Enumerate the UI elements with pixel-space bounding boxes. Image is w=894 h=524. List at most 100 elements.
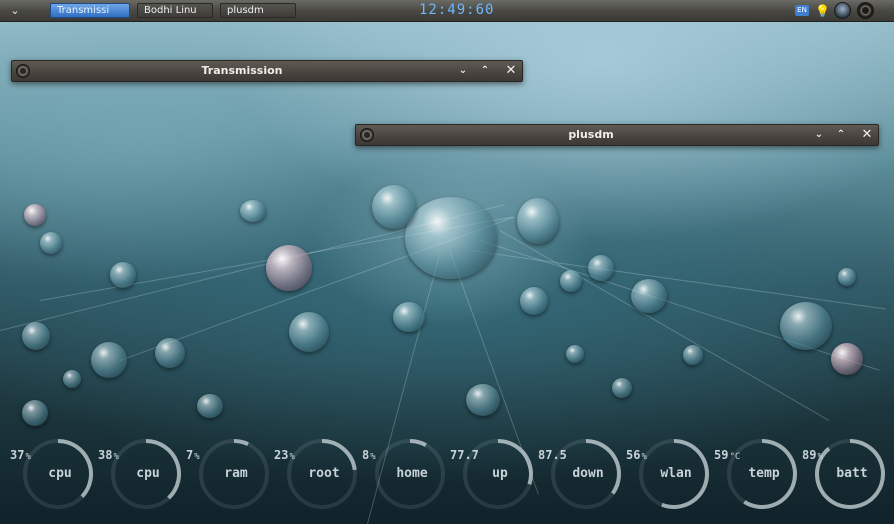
power-icon[interactable]: [857, 2, 874, 19]
water-droplet: [372, 185, 416, 229]
gauge-value: 23%: [274, 448, 330, 462]
gauge-value-number: 87.5: [538, 448, 567, 462]
gauge-arc: [233, 439, 249, 446]
monitor-icon[interactable]: [834, 2, 851, 19]
window-app-icon: [360, 128, 374, 142]
water-droplet: [838, 268, 856, 286]
gauge-value-unit: %: [25, 452, 31, 462]
keyboard-icon[interactable]: EN: [795, 5, 809, 16]
taskbar-item-transmission[interactable]: Transmissi: [50, 3, 130, 18]
gauge-value-number: 8: [362, 448, 370, 462]
water-droplet: [831, 343, 863, 375]
gauge-value-unit: %: [194, 452, 200, 462]
gauge-value-unit: %: [289, 452, 295, 462]
clock[interactable]: 12:49:60: [419, 2, 494, 18]
top-panel: ⌄ Transmissi Bodhi Linu plusdm 12:49:60 …: [0, 0, 894, 22]
gauge-value-unit: %: [817, 452, 823, 462]
gauge-label: temp: [748, 466, 780, 481]
gauge-up: 77.7 up: [450, 432, 534, 516]
water-droplet: [466, 384, 500, 416]
taskbar-item-plusdm[interactable]: plusdm: [220, 3, 296, 18]
gauge-value-unit: %: [641, 452, 647, 462]
gauge-label: down: [572, 466, 604, 481]
water-droplet: [566, 345, 584, 363]
close-button[interactable]: ✕: [859, 125, 875, 145]
maximize-button[interactable]: ⌃: [833, 125, 849, 145]
taskbar-item-label: plusdm: [227, 5, 264, 16]
water-droplet: [63, 370, 81, 388]
water-droplet: [520, 287, 548, 315]
window-title: plusdm: [568, 128, 614, 141]
gauge-root: 23% root: [274, 432, 358, 516]
gauge-value-number: 7: [186, 448, 194, 462]
taskbar-item-bodhi-linux[interactable]: Bodhi Linu: [137, 3, 213, 18]
gauge-value-unit: °C: [729, 452, 741, 462]
gauge-value-number: 89: [802, 448, 817, 462]
gauge-value-unit: %: [113, 452, 119, 462]
gauge-value-number: 77.7: [450, 448, 479, 462]
gauge-label: wlan: [660, 466, 692, 481]
water-droplet: [24, 204, 46, 226]
water-droplet: [110, 262, 136, 288]
gauge-ram: 7% ram: [186, 432, 270, 516]
main-menu-button[interactable]: ⌄: [4, 3, 26, 19]
close-button[interactable]: ✕: [503, 61, 519, 81]
gauge-down: 87.5 down: [538, 432, 622, 516]
gauge-value: 77.7: [450, 448, 506, 462]
gauge-home: 8% home: [362, 432, 446, 516]
minimize-button[interactable]: ⌄: [811, 125, 827, 145]
keyboard-layout-label: EN: [797, 6, 807, 14]
gauge-label: cpu: [48, 466, 72, 481]
gauge-value-number: 38: [98, 448, 113, 462]
water-droplet: [155, 338, 185, 368]
gauge-value: 38%: [98, 448, 154, 462]
water-droplet: [22, 400, 48, 426]
gauge-value: 59°C: [714, 448, 770, 462]
water-droplet: [631, 279, 667, 313]
gauge-value: 89%: [802, 448, 858, 462]
gauge-cpu: 38% cpu: [98, 432, 182, 516]
window-plusdm[interactable]: plusdm ⌄ ⌃ ✕: [355, 124, 879, 146]
gauge-label: batt: [836, 466, 868, 481]
water-droplet: [405, 197, 497, 279]
window-title: Transmission: [201, 64, 283, 77]
gauge-value-number: 56: [626, 448, 641, 462]
water-droplet: [588, 255, 614, 281]
taskbar-item-label: Bodhi Linu: [144, 5, 197, 16]
water-droplet: [393, 302, 425, 332]
gauge-label: up: [492, 466, 508, 481]
lightbulb-icon[interactable]: 💡: [815, 2, 830, 20]
water-droplet: [683, 345, 703, 365]
gauge-label: cpu: [136, 466, 160, 481]
minimize-button[interactable]: ⌄: [455, 61, 471, 81]
gauge-label: root: [308, 466, 340, 481]
gauge-label: ram: [224, 466, 248, 481]
water-droplet: [560, 270, 582, 292]
water-droplet: [197, 394, 223, 418]
gauge-batt: 89% batt: [802, 432, 886, 516]
maximize-button[interactable]: ⌃: [477, 61, 493, 81]
gauge-cpu: 37% cpu: [10, 432, 94, 516]
window-app-icon: [16, 64, 30, 78]
gauge-wlan: 56% wlan: [626, 432, 710, 516]
gauge-value: 87.5: [538, 448, 594, 462]
gauge-temp: 59°C temp: [714, 432, 798, 516]
gauge-value-number: 59: [714, 448, 729, 462]
chevron-down-icon: ⌄: [10, 4, 20, 17]
taskbar-item-label: Transmissi: [57, 5, 110, 16]
gauge-value: 7%: [186, 448, 242, 462]
water-droplet: [266, 245, 312, 291]
water-droplet: [780, 302, 832, 350]
water-droplet: [517, 198, 559, 244]
water-droplet: [612, 378, 632, 398]
gauge-value: 37%: [10, 448, 66, 462]
window-transmission[interactable]: Transmission ⌄ ⌃ ✕: [11, 60, 523, 82]
water-droplet: [22, 322, 50, 350]
water-droplet: [240, 200, 266, 222]
water-droplet: [91, 342, 127, 378]
gauge-value-number: 23: [274, 448, 289, 462]
gauge-arc: [409, 439, 427, 447]
gauge-label: home: [396, 466, 428, 481]
gauge-value-unit: %: [370, 452, 376, 462]
water-droplet: [40, 232, 62, 254]
